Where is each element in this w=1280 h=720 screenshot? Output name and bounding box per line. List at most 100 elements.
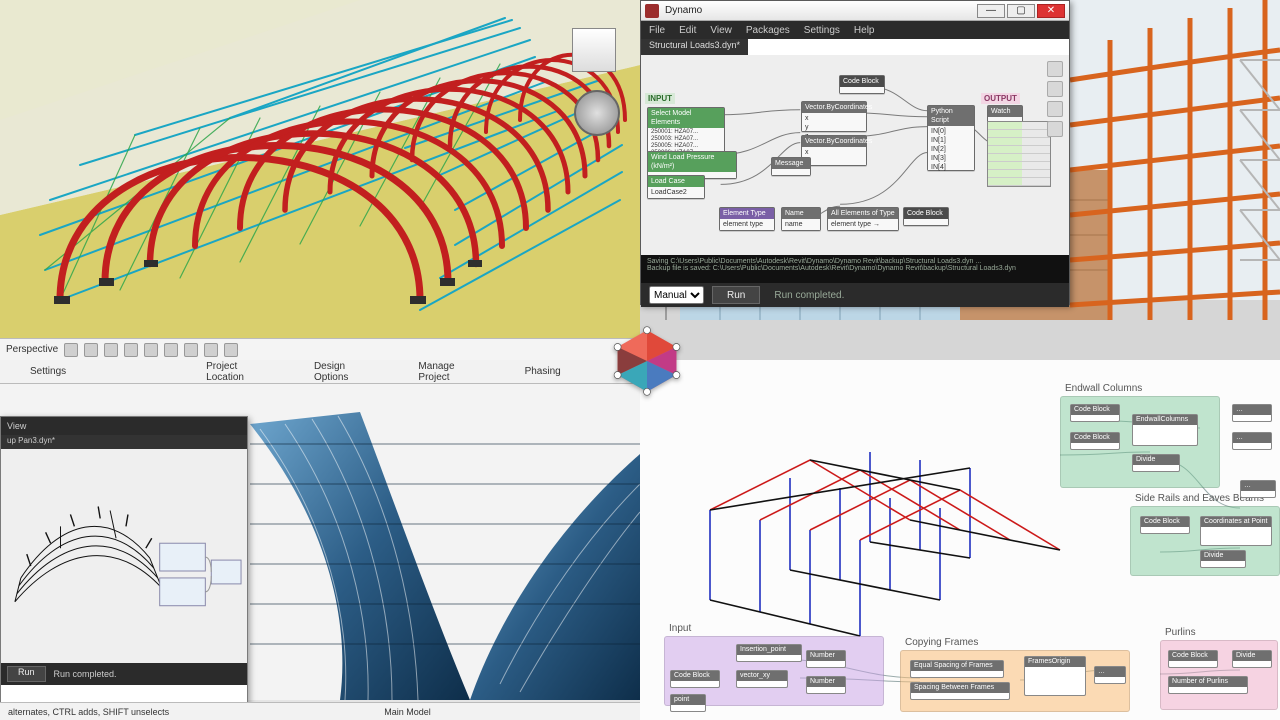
node-divide-ew[interactable]: Divide	[1132, 454, 1180, 472]
run-status: Run completed.	[774, 290, 844, 301]
dynamo-title-text: Dynamo	[665, 5, 702, 16]
dynamo-console: Saving C:\Users\Public\Documents\Autodes…	[641, 255, 1069, 283]
dynamo-runbar: Manual Run Run completed.	[641, 283, 1069, 307]
ribbon-manage-project[interactable]: Manage Project	[418, 361, 454, 383]
viewport-right-toolbar	[612, 150, 638, 250]
node-coords-at[interactable]: Coordinates at Point	[1200, 516, 1272, 546]
group-input-title: Input	[669, 623, 691, 634]
dynamo-panel-canvas[interactable]	[1, 449, 247, 663]
menu-help[interactable]: Help	[854, 25, 875, 36]
node-number-a[interactable]: Number	[806, 650, 846, 668]
dynamo-tab[interactable]: Structural Loads3.dyn*	[641, 39, 748, 55]
panel-menu-view[interactable]: View	[7, 421, 26, 431]
node-outer-a[interactable]: …	[1232, 404, 1272, 422]
node-select-elements[interactable]: Select Model Elements	[648, 108, 724, 128]
node-equal-spacing[interactable]: Equal Spacing of Frames	[910, 660, 1004, 678]
pan-icon[interactable]	[612, 202, 634, 224]
node-wind-load[interactable]: Wind Load Pressure (kN/m²)	[648, 152, 736, 172]
node-vector-xy[interactable]: vector_xy	[736, 670, 788, 688]
ribbon-settings[interactable]: Settings	[30, 366, 66, 377]
node-spacing-between[interactable]: Spacing Between Frames	[910, 682, 1010, 700]
zoom-icon[interactable]	[612, 228, 634, 250]
zoom-out-icon[interactable]	[1047, 101, 1063, 117]
menu-view[interactable]: View	[710, 25, 732, 36]
node-point[interactable]: point	[670, 694, 706, 712]
menu-packages[interactable]: Packages	[746, 25, 790, 36]
node-number-b[interactable]: Number	[806, 676, 846, 694]
window-close-button[interactable]: ✕	[1037, 4, 1065, 18]
group-endwall-title: Endwall Columns	[1065, 383, 1142, 394]
pan-icon[interactable]	[1047, 121, 1063, 137]
node-divide-sr[interactable]: Divide	[1200, 550, 1246, 568]
node-endwall-columns[interactable]: EndwallColumns	[1132, 414, 1198, 446]
node-frames-origin[interactable]: FramesOrigin	[1024, 656, 1086, 696]
node-outer-c[interactable]: …	[1240, 480, 1276, 498]
node-name[interactable]: Name	[782, 208, 820, 219]
light-graph-canvas[interactable]: Endwall Columns Side Rails and Eaves Bea…	[640, 360, 1280, 720]
dynamo-canvas[interactable]: INPUT OUTPUT Select Model Elements 25000…	[641, 55, 1069, 255]
node-divide-pur[interactable]: Divide	[1232, 650, 1272, 668]
orbit-icon[interactable]	[612, 176, 634, 198]
revit-ribbon[interactable]: Settings Project Location Design Options…	[0, 360, 640, 384]
sun-icon[interactable]	[124, 343, 138, 357]
node-insertion-point[interactable]: Insertion_point	[736, 644, 802, 662]
node-number-of-purlins[interactable]: Number of Purlins	[1168, 676, 1248, 694]
node-load-case[interactable]: Load Case	[648, 176, 704, 187]
node-watch[interactable]: Watch	[988, 106, 1022, 117]
node-code-block-sr[interactable]: Code Block	[1140, 516, 1190, 534]
run-button[interactable]: Run	[712, 286, 760, 304]
render-icon[interactable]	[164, 343, 178, 357]
menu-settings[interactable]: Settings	[804, 25, 840, 36]
ribbon-phasing[interactable]: Phasing	[525, 366, 561, 377]
nav-icon[interactable]	[612, 150, 634, 172]
node-out-a[interactable]: …	[1094, 666, 1126, 684]
node-element-type[interactable]: Element Type	[720, 208, 774, 219]
revit-3d-viewport-bl[interactable]: View up Pan3.dyn*	[0, 384, 640, 700]
hide-icon[interactable]	[204, 343, 218, 357]
dynamo-panel-menubar[interactable]: View	[1, 417, 247, 435]
node-code-block-input[interactable]: Code Block	[670, 670, 720, 688]
window-minimize-button[interactable]: —	[977, 4, 1005, 18]
revit-3d-viewport[interactable]: Perspective	[0, 0, 640, 360]
node-code-block-ew[interactable]: Code Block	[1070, 404, 1120, 422]
dynamo-titlebar[interactable]: Dynamo — ▢ ✕	[641, 1, 1069, 21]
node-code-block-pur[interactable]: Code Block	[1168, 650, 1218, 668]
node-name-body: name	[782, 219, 820, 230]
dynamo-panel[interactable]: View up Pan3.dyn*	[0, 416, 248, 704]
panel-run-button[interactable]: Run	[7, 666, 46, 682]
shadow-icon[interactable]	[144, 343, 158, 357]
steering-wheel[interactable]	[574, 90, 620, 136]
quadrant-top-right: Dynamo — ▢ ✕ File Edit View Packages Set…	[640, 0, 1280, 360]
zoom-fit-icon[interactable]	[1047, 61, 1063, 77]
window-maximize-button[interactable]: ▢	[1007, 4, 1035, 18]
menu-edit[interactable]: Edit	[679, 25, 696, 36]
revit-statusbar: alternates, CTRL adds, SHIFT unselects M…	[0, 702, 640, 720]
scale-icon[interactable]	[64, 343, 78, 357]
node-outer-b[interactable]: …	[1232, 432, 1272, 450]
viewport-status-bar: Perspective	[0, 338, 640, 360]
node-codeblock-a[interactable]: Code Block	[840, 76, 884, 87]
run-mode-select[interactable]: Manual	[649, 286, 704, 304]
detail-icon[interactable]	[84, 343, 98, 357]
crop-icon[interactable]	[184, 343, 198, 357]
node-code-block-ew2[interactable]: Code Block	[1070, 432, 1120, 450]
dynamo-menubar[interactable]: File Edit View Packages Settings Help	[641, 21, 1069, 39]
menu-file[interactable]: File	[649, 25, 665, 36]
visual-style-icon[interactable]	[104, 343, 118, 357]
node-python[interactable]: Python Script	[928, 106, 974, 126]
reveal-icon[interactable]	[224, 343, 238, 357]
view-cube[interactable]	[564, 20, 624, 80]
node-vector-b[interactable]: Vector.ByCoordinates	[802, 136, 866, 147]
quadrant-bottom-left: Settings Project Location Design Options…	[0, 360, 640, 720]
node-vector-a[interactable]: Vector.ByCoordinates	[802, 102, 866, 113]
zoom-in-icon[interactable]	[1047, 81, 1063, 97]
node-all-of-type[interactable]: All Elements of Type	[828, 208, 898, 219]
dynamo-panel-tab[interactable]: up Pan3.dyn*	[1, 435, 247, 449]
canvas-toolbar	[1047, 61, 1067, 137]
ribbon-design-options[interactable]: Design Options	[314, 361, 348, 383]
node-message[interactable]: Message	[772, 158, 810, 169]
dynamo-app-icon	[645, 4, 659, 18]
ribbon-project-location[interactable]: Project Location	[206, 361, 244, 383]
dynamo-window[interactable]: Dynamo — ▢ ✕ File Edit View Packages Set…	[640, 0, 1070, 305]
node-codeblock-b[interactable]: Code Block	[904, 208, 948, 219]
